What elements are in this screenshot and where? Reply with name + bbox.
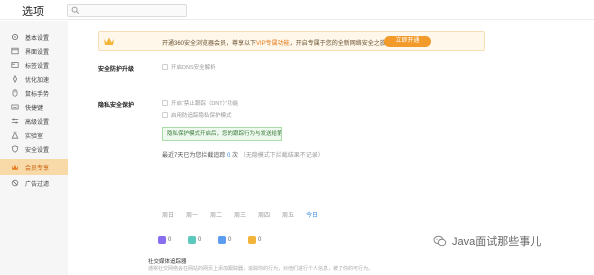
sidebar-item-mouse-gestures[interactable]: 鼠标手势 <box>0 86 68 100</box>
sidebar-item-shortcuts[interactable]: 快捷键 <box>0 100 68 114</box>
sidebar-item-label: 快捷键 <box>25 106 44 112</box>
day-label[interactable]: 周二 <box>210 210 222 219</box>
day-label[interactable]: 周日 <box>162 210 174 219</box>
sidebar-item-label: 基本设置 <box>25 36 50 42</box>
day-label[interactable]: 周一 <box>186 210 198 219</box>
privacy-note: 隐私保护模式开启后，您的跟踪行为与发送给第三方的请求都将拦截，从而保护您的个人隐… <box>162 127 282 141</box>
sidebar-item-lab[interactable]: 实验室 <box>0 128 68 142</box>
sidebar-item-label: 标签设置 <box>25 64 50 70</box>
anti-tracking-option[interactable]: 启用防追踪隐私保护模式 <box>162 111 232 119</box>
day-label[interactable]: 周三 <box>234 210 246 219</box>
dns-security-label: 开启DNS安全解析 <box>171 65 216 71</box>
sidebar-item-label: 优化加速 <box>25 78 50 84</box>
cross-site-tracker-icon <box>218 236 226 244</box>
anti-tracking-label: 启用防追踪隐私保护模式 <box>171 113 232 119</box>
sidebar-item-label: 会员专享 <box>25 166 50 172</box>
tracker-card-title: 社交媒体追踪器 <box>148 259 187 265</box>
cookie-tracker-icon <box>188 236 196 244</box>
tag-icon <box>11 62 19 68</box>
gear-icon <box>11 33 19 41</box>
sidebar-item-label: 安全设置 <box>25 148 50 154</box>
tracking-stats: 最近7天已为您拦截追踪 0 次 （无隐模式下拦截结果不记录） <box>162 153 324 159</box>
sidebar-item-basic-settings[interactable]: 基本设置 <box>0 30 68 44</box>
search-icon <box>71 6 80 15</box>
weekday-row: 周日 周一 周二 周三 周四 周五 今日 <box>162 210 342 220</box>
day-label-today[interactable]: 今日 <box>306 210 318 219</box>
fingerprint-tracker-icon <box>248 236 256 244</box>
metric-item: 0 <box>158 236 171 244</box>
metric-item: 0 <box>248 236 261 244</box>
dnt-option[interactable]: 开启“禁止跟踪（DNT）”功能 <box>162 99 238 107</box>
day-label[interactable]: 周五 <box>282 210 294 219</box>
sidebar: 基本设置 界面设置 标签设置 优化加速 鼠标手势 快捷键 高级设置 实验室 安全… <box>0 21 68 275</box>
wechat-logo-icon <box>433 235 447 247</box>
security-upgrade-title: 安全防护升级 <box>98 67 135 73</box>
top-bar: 选项 <box>0 0 594 20</box>
metric-item: 0 <box>188 236 201 244</box>
shield-icon <box>11 145 19 153</box>
layout-icon <box>11 47 19 55</box>
day-label[interactable]: 周四 <box>258 210 270 219</box>
vip-icon <box>11 164 19 170</box>
tracking-count: 0 <box>227 153 231 159</box>
keyboard-icon <box>11 104 19 110</box>
search-input[interactable] <box>82 5 184 16</box>
flask-icon <box>11 131 19 139</box>
crown-icon <box>104 37 114 45</box>
open-vip-button[interactable]: 立即开通 <box>384 36 431 47</box>
rocket-icon <box>12 75 18 83</box>
dns-security-option[interactable]: 开启DNS安全解析 <box>162 63 216 71</box>
sidebar-item-optimize[interactable]: 优化加速 <box>0 72 68 86</box>
block-icon <box>11 179 19 187</box>
sidebar-item-label: 界面设置 <box>25 50 50 56</box>
privacy-protection-title: 隐私安全保护 <box>98 103 135 109</box>
sidebar-item-label: 高级设置 <box>25 120 50 126</box>
sidebar-item-ad-filter[interactable]: 广告过滤 <box>0 176 68 190</box>
watermark: Java面试那些事儿 <box>433 233 541 249</box>
dnt-checkbox[interactable] <box>162 100 168 106</box>
vip-banner: 开通360安全浏览器会员，尊享以下VIP专属功能，开启专属于您的全新网络安全之旅… <box>98 31 485 51</box>
social-tracker-icon <box>158 236 166 244</box>
sidebar-item-interface-settings[interactable]: 界面设置 <box>0 44 68 58</box>
sidebar-item-label: 鼠标手势 <box>25 92 50 98</box>
page-title: 选项 <box>22 6 44 18</box>
sidebar-item-tab-settings[interactable]: 标签设置 <box>0 58 68 72</box>
sidebar-item-label: 实验室 <box>25 134 44 140</box>
sidebar-item-advanced-settings[interactable]: 高级设置 <box>0 114 68 128</box>
sidebar-item-security-settings[interactable]: 安全设置 <box>0 142 68 156</box>
sidebar-item-vip[interactable]: 会员专享 <box>0 159 68 175</box>
metric-item: 0 <box>218 236 231 244</box>
vip-banner-text: 开通360安全浏览器会员，尊享以下VIP专属功能，开启专属于您的全新网络安全之旅… <box>162 41 390 47</box>
sliders-icon <box>11 118 19 124</box>
dnt-label: 开启“禁止跟踪（DNT）”功能 <box>171 101 239 107</box>
mouse-icon <box>12 89 18 97</box>
sidebar-item-label: 广告过滤 <box>25 182 50 188</box>
dns-security-checkbox[interactable] <box>162 64 168 70</box>
watermark-text: Java面试那些事儿 <box>452 236 542 248</box>
tracker-card-description: 通常社交网络会在网站的网页上添加跟踪器，追踪你的行为，对他们进行个人信息，被了你… <box>148 266 374 272</box>
anti-tracking-checkbox[interactable] <box>162 112 168 118</box>
search-box[interactable] <box>67 4 187 17</box>
